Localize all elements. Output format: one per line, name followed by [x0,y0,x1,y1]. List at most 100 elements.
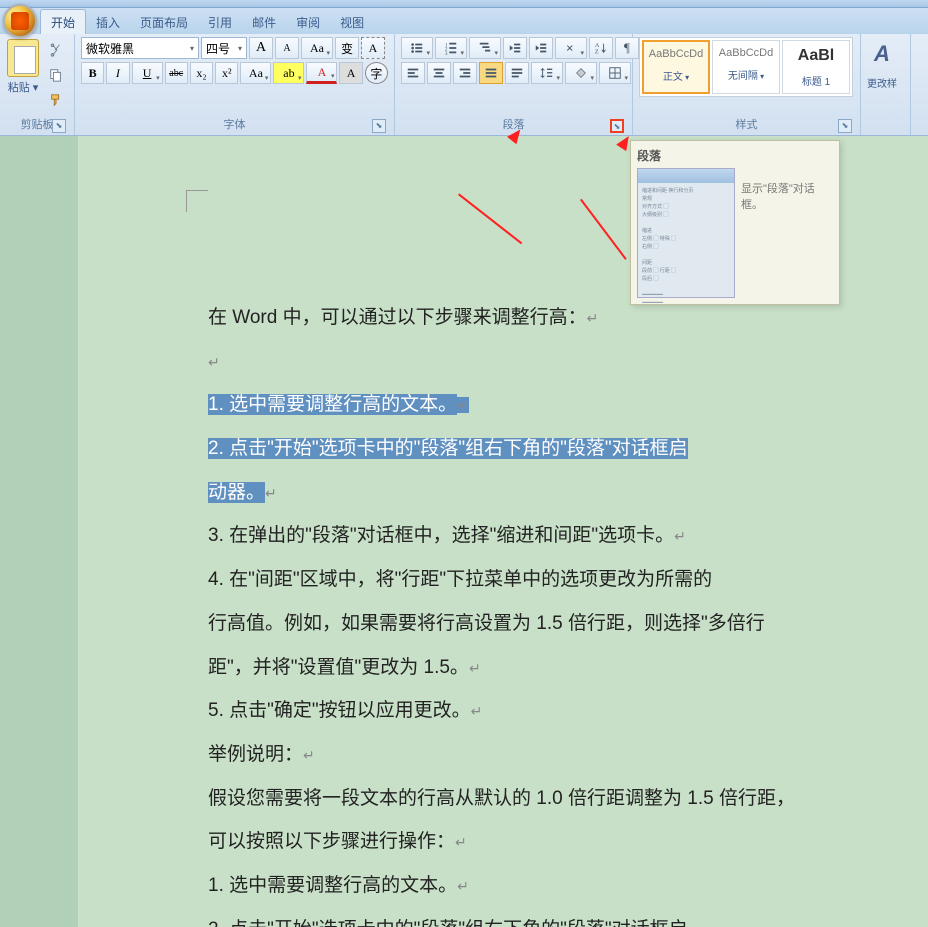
scissors-icon [49,43,63,57]
group-label-font: 字体 ⬊ [81,114,388,135]
align-distribute-button[interactable] [505,62,529,84]
svg-text:Z: Z [595,49,599,55]
tab-review[interactable]: 审阅 [286,10,330,34]
font-name-combo[interactable]: 微软雅黑▾ [81,37,199,59]
styles-launcher[interactable]: ⬊ [838,119,852,133]
highlight-button[interactable]: ab [273,62,304,84]
group-label-clipboard: 剪贴板 ⬊ [6,114,68,135]
paste-button[interactable]: 粘贴 ▾ [6,37,40,114]
paragraph-launcher[interactable]: ⬊ [610,119,624,133]
group-styles: AaBbCcDd 正文 AaBbCcDd 无间隔 AaBl 标题 1 样式 ⬊ [633,34,861,135]
distribute-icon [510,66,524,80]
doc-ex1b: 可以按照以下步骤进行操作： [208,831,455,852]
underline-button[interactable]: U [132,62,163,84]
change-styles-icon: A [868,41,896,71]
ribbon: 粘贴 ▾ 剪贴板 ⬊ 微软雅黑▾ [0,34,928,136]
copy-button[interactable] [44,64,68,86]
tab-mail[interactable]: 邮件 [242,10,286,34]
shrink-font-button[interactable]: A [275,37,299,59]
indent-icon [534,41,548,55]
bold-button[interactable]: B [81,62,104,84]
sort-icon: AZ [594,41,608,55]
change-case-button[interactable]: Aa [240,62,271,84]
doc-step1: 1. 选中需要调整行高的文本。 [208,394,457,415]
align-center-button[interactable] [427,62,451,84]
borders-icon [608,66,622,80]
tab-view[interactable]: 视图 [330,10,374,34]
change-styles-button[interactable]: A 更改样 [867,37,897,118]
asian-icon: ✕ [564,41,578,55]
style-heading1[interactable]: AaBl 标题 1 [782,40,850,94]
bullets-button[interactable] [401,37,433,59]
line-spacing-button[interactable] [531,62,563,84]
tooltip-title: 段落 [637,147,833,164]
copy-icon [49,68,63,82]
style-nospacing[interactable]: AaBbCcDd 无间隔 [712,40,780,94]
style-gallery[interactable]: AaBbCcDd 正文 AaBbCcDd 无间隔 AaBl 标题 1 [639,37,853,97]
cut-button[interactable] [44,39,68,61]
doc-step3: 3. 在弹出的"段落"对话框中，选择"缩进和间距"选项卡。 [208,525,674,546]
enclose-char-button[interactable]: 字 [365,62,388,84]
align-center-icon [432,66,446,80]
group-clipboard: 粘贴 ▾ 剪贴板 ⬊ [0,34,75,135]
strikethrough-button[interactable]: abc [165,62,188,84]
bucket-icon [574,66,588,80]
office-button[interactable] [3,4,37,38]
increase-indent-button[interactable] [529,37,553,59]
shading-button[interactable] [565,62,597,84]
group-label-styles: 样式 ⬊ [639,114,854,135]
align-justify-button[interactable] [479,62,503,84]
title-bar [0,0,928,8]
font-launcher[interactable]: ⬊ [372,119,386,133]
phonetic-button[interactable]: 变 [335,37,359,59]
sort-button[interactable]: AZ [589,37,613,59]
numbering-button[interactable]: 123 [435,37,467,59]
tab-insert[interactable]: 插入 [86,10,130,34]
outdent-icon [508,41,522,55]
tab-references[interactable]: 引用 [198,10,242,34]
line-spacing-icon [540,66,554,80]
borders-button[interactable] [599,62,631,84]
page-margin-corner [186,190,208,212]
clear-format-button[interactable]: Aa [301,37,333,59]
svg-text:A: A [595,43,600,49]
format-painter-button[interactable] [44,89,68,111]
align-right-icon [458,66,472,80]
doc-ex-step1: 1. 选中需要调整行高的文本。 [208,875,457,896]
doc-step5: 5. 点击"确定"按钮以应用更改。 [208,700,471,721]
italic-button[interactable]: I [106,62,129,84]
doc-ex1a: 假设您需要将一段文本的行高从默认的 1.0 倍行距调整为 1.5 倍行距， [208,788,795,809]
bullets-icon [410,41,424,55]
subscript-button[interactable]: x₂ [190,62,213,84]
font-size-combo[interactable]: 四号▾ [201,37,247,59]
group-change-styles: A 更改样 [861,34,911,135]
numbering-icon: 123 [444,41,458,55]
group-font: 微软雅黑▾ 四号▾ A A Aa 变 A B I U abc x₂ x² Aa … [75,34,395,135]
decrease-indent-button[interactable] [503,37,527,59]
multilevel-icon [478,41,492,55]
svg-text:✕: ✕ [566,44,574,55]
char-border-button[interactable]: A [361,37,385,59]
align-justify-icon [484,66,498,80]
doc-step2a: 2. 点击"开始"选项卡中的"段落"组右下角的"段落"对话框启 [208,438,688,459]
superscript-button[interactable]: x² [215,62,238,84]
char-shading-button[interactable]: A [339,62,362,84]
brush-icon [49,93,63,107]
style-normal[interactable]: AaBbCcDd 正文 [642,40,710,94]
align-right-button[interactable] [453,62,477,84]
tooltip-preview-image: 缩进和间距 换行和分页常规对齐方式 ▢大纲级别 ▢缩进左侧 ▢ 特殊 ▢右侧 ▢… [637,168,735,298]
tab-page-layout[interactable]: 页面布局 [130,10,198,34]
group-paragraph: 123 ✕ AZ ¶ [395,34,633,135]
align-left-button[interactable] [401,62,425,84]
font-color-button[interactable]: A [306,62,337,84]
clipboard-launcher[interactable]: ⬊ [52,119,66,133]
paragraph-tooltip: 段落 缩进和间距 换行和分页常规对齐方式 ▢大纲级别 ▢缩进左侧 ▢ 特殊 ▢右… [630,140,840,305]
asian-layout-button[interactable]: ✕ [555,37,587,59]
svg-text:3: 3 [445,51,448,55]
tab-home[interactable]: 开始 [40,9,86,34]
clipboard-icon [7,39,39,77]
multilevel-button[interactable] [469,37,501,59]
grow-font-button[interactable]: A [249,37,273,59]
doc-example: 举例说明： [208,744,303,765]
doc-step2b: 动器。 [208,482,265,503]
